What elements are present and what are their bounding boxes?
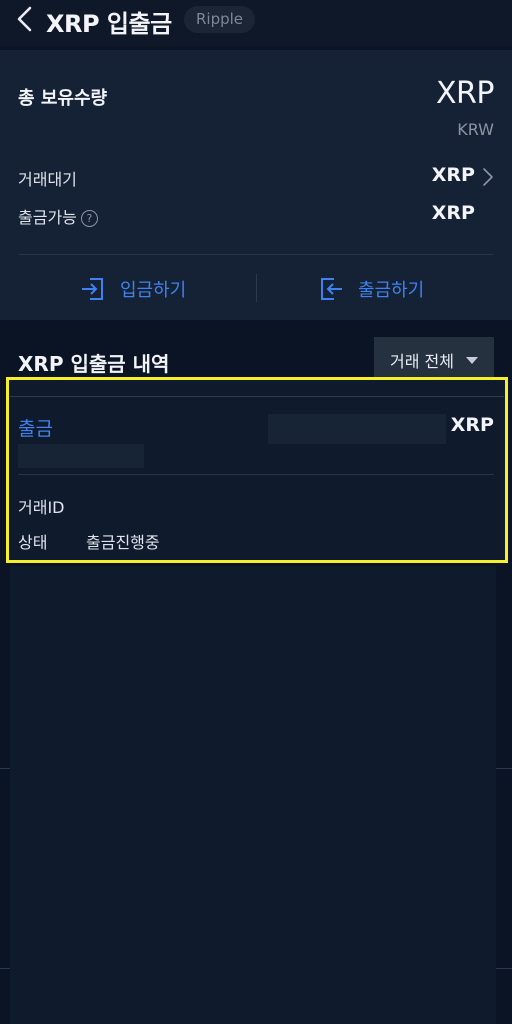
- chevron-right-icon[interactable]: [482, 166, 494, 188]
- summary-divider: [18, 254, 494, 255]
- app-header: XRP 입출금 Ripple: [0, 0, 512, 46]
- question-circle-icon[interactable]: ?: [80, 210, 98, 227]
- list-top-divider: [10, 396, 504, 397]
- pending-value[interactable]: XRP: [432, 164, 475, 186]
- login-arrow-icon: [82, 278, 103, 300]
- available-value: XRP: [431, 202, 475, 224]
- masked-date: [18, 444, 144, 468]
- edge-divider-right-bottom: [496, 968, 512, 969]
- transaction-id-label: 거래ID: [18, 498, 65, 517]
- caret-down-icon: [465, 356, 478, 364]
- transaction-status-label: 상태: [18, 533, 48, 552]
- withdraw-label: 출금하기: [358, 280, 425, 301]
- deposit-button[interactable]: 입금하기: [80, 272, 186, 306]
- edge-divider-right: [496, 768, 512, 769]
- available-label: 출금가능: [18, 208, 77, 227]
- total-holdings-label: 총 보유수량: [18, 88, 108, 109]
- transaction-unit: XRP: [450, 414, 494, 436]
- transaction-type: 출금: [18, 418, 53, 440]
- deposit-label: 입금하기: [120, 280, 187, 301]
- filter-label: 거래 전체: [390, 352, 454, 371]
- total-holdings-xrp: XRP: [436, 76, 495, 111]
- transaction-list-item[interactable]: [6, 377, 508, 563]
- empty-list-area: [10, 566, 496, 1024]
- page-title: XRP 입출금: [46, 10, 172, 38]
- available-row: 출금가능?: [18, 204, 98, 228]
- back-icon[interactable]: [14, 6, 34, 32]
- masked-amount: [268, 414, 446, 444]
- logout-arrow-icon: [321, 278, 342, 300]
- transaction-status-value: 출금진행중: [86, 533, 160, 552]
- coin-badge: Ripple: [184, 6, 256, 33]
- history-title: XRP 입출금 내역: [18, 352, 170, 376]
- edge-divider-left-bottom: [0, 968, 10, 969]
- transaction-divider: [18, 474, 494, 475]
- holdings-summary: 총 보유수량 XRP KRW 거래대기 XRP 출금가능? XRP 입금하기 출…: [0, 50, 512, 320]
- edge-divider-left: [0, 768, 10, 769]
- withdraw-button[interactable]: 출금하기: [318, 272, 424, 306]
- button-separator: [256, 274, 257, 302]
- pending-label: 거래대기: [18, 170, 77, 189]
- total-holdings-krw: KRW: [457, 120, 494, 139]
